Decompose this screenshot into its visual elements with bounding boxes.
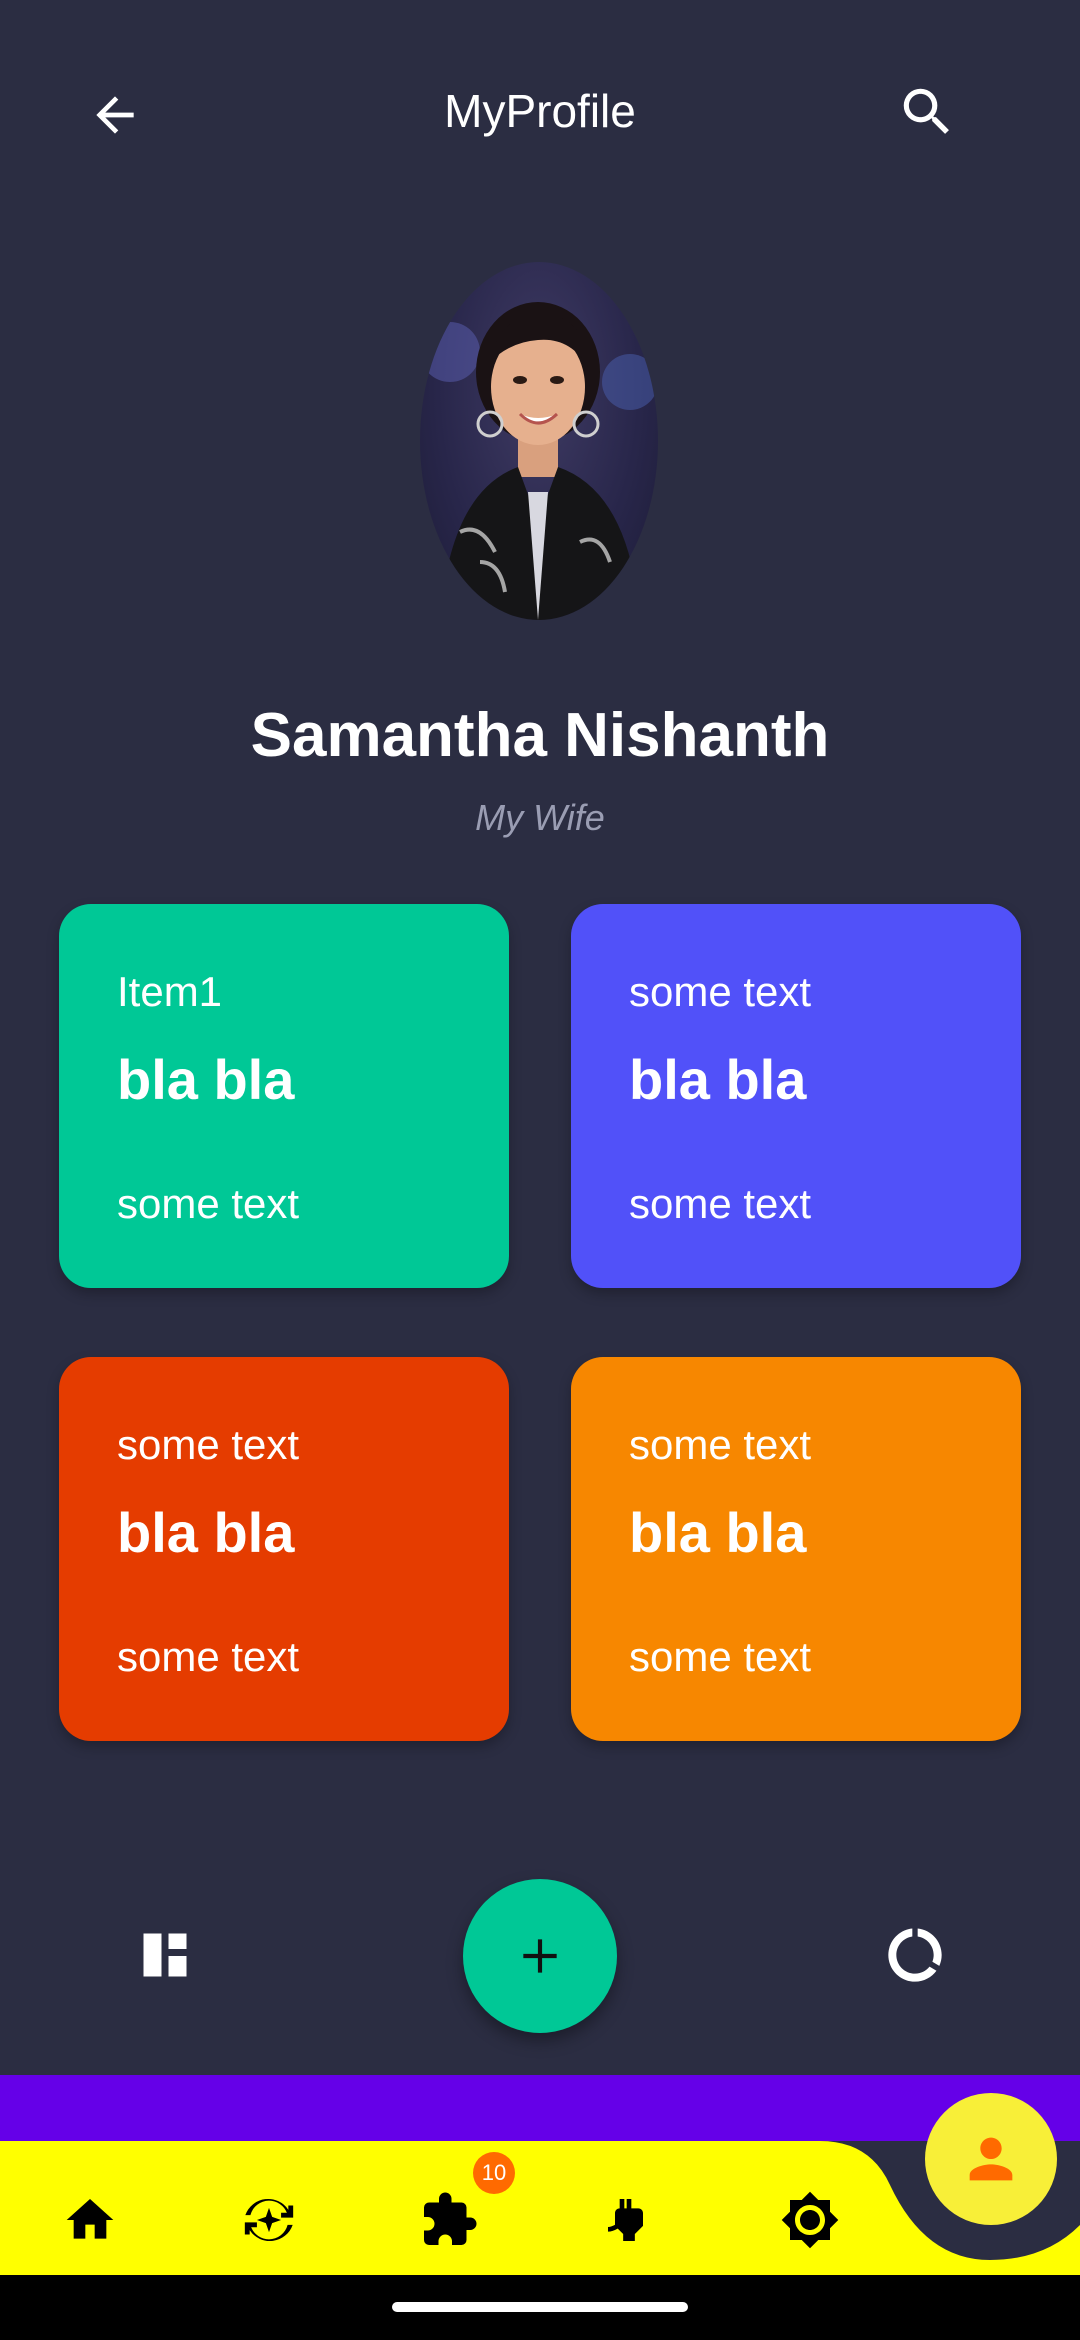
dashboard-icon [141, 1931, 189, 1979]
app-bar: MyProfile [0, 0, 1080, 230]
puzzle-icon [424, 2192, 477, 2245]
nav-power[interactable] [579, 2170, 679, 2270]
nav-profile-active[interactable] [925, 2093, 1057, 2225]
card-top-text: some text [117, 1421, 300, 1468]
power-plug-icon [607, 2199, 643, 2241]
nav-background [0, 2141, 1080, 2275]
nav-brightness[interactable] [760, 2170, 860, 2270]
nav-sync[interactable] [219, 2170, 319, 2270]
card-top-text: some text [629, 968, 812, 1015]
info-card-4[interactable]: some text bla bla some text [571, 1357, 1021, 1741]
info-card-1[interactable]: Item1 bla bla some text [59, 904, 509, 1288]
home-indicator[interactable] [392, 2302, 688, 2312]
card-bottom-text: some text [117, 1633, 300, 1680]
card-top-text: some text [629, 1421, 812, 1468]
card-title: bla bla [117, 1048, 295, 1111]
sync-sparkle-icon [244, 2198, 294, 2242]
profile-name: Samantha Nishanth [250, 701, 830, 770]
add-fab-button[interactable] [463, 1879, 617, 2033]
profile-subtitle: My Wife [475, 797, 605, 838]
card-bottom-text: some text [629, 1633, 812, 1680]
donut-ring-icon [888, 1928, 942, 1982]
info-card-3[interactable]: some text bla bla some text [59, 1357, 509, 1741]
bottom-navigation [0, 2075, 1080, 2275]
card-bottom-text: some text [117, 1180, 300, 1227]
plus-icon [523, 1939, 557, 1973]
card-title: bla bla [629, 1048, 807, 1111]
dashboard-button[interactable] [115, 1905, 215, 2005]
notification-badge: 10 [473, 2152, 515, 2194]
nav-home[interactable] [40, 2170, 140, 2270]
card-top-text: Item1 [117, 968, 223, 1015]
donut-button[interactable] [865, 1905, 965, 2005]
person-icon [969, 2137, 1013, 2181]
card-bottom-text: some text [629, 1180, 812, 1227]
profile-avatar[interactable] [420, 262, 658, 620]
info-card-2[interactable]: some text bla bla some text [571, 904, 1021, 1288]
search-button[interactable] [877, 62, 977, 162]
search-icon [903, 88, 949, 134]
brightness-icon [781, 2191, 839, 2249]
card-title: bla bla [629, 1501, 807, 1564]
avatar-photo [420, 302, 658, 620]
card-title: bla bla [117, 1501, 295, 1564]
home-icon [66, 2199, 114, 2239]
